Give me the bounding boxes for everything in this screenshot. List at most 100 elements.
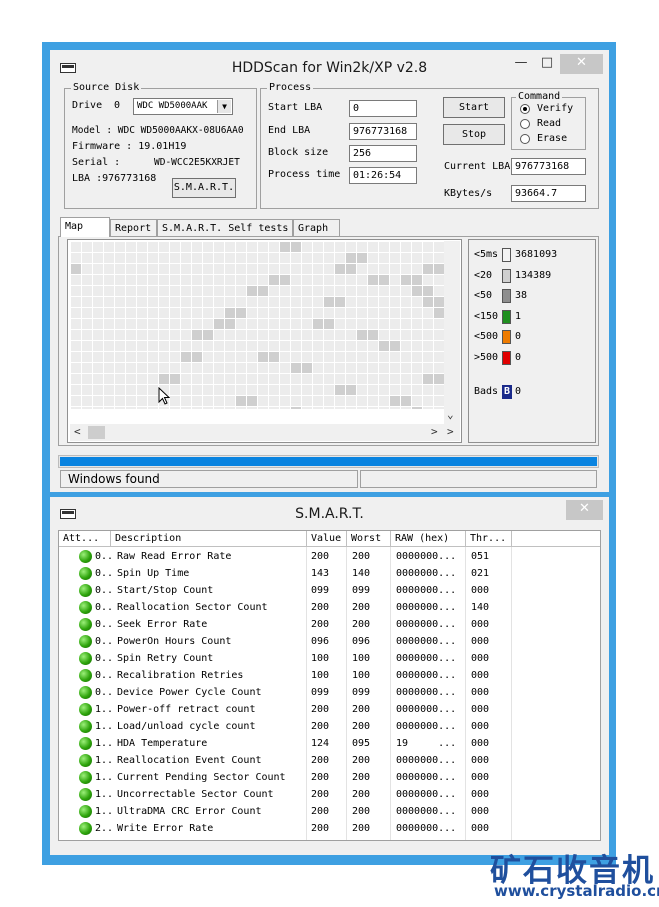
dropdown-arrow-icon[interactable]: ▼	[217, 100, 231, 113]
map-block	[181, 374, 191, 384]
col-header-value[interactable]: Value	[307, 531, 347, 547]
col-header-worst[interactable]: Worst	[347, 531, 391, 547]
cell-raw: 0000000...	[396, 602, 457, 613]
start-button[interactable]: Start	[443, 97, 505, 118]
map-block	[104, 242, 114, 252]
legend-row: <50 38	[474, 289, 527, 303]
map-block	[236, 341, 246, 351]
smart-button[interactable]: S.M.A.R.T.	[172, 178, 236, 198]
tab-graph[interactable]: Graph	[293, 219, 340, 236]
map-block	[170, 374, 180, 384]
map-block	[368, 330, 378, 340]
map-block	[159, 374, 169, 384]
map-block	[258, 308, 268, 318]
map-block	[192, 286, 202, 296]
close-icon[interactable]: ✕	[560, 54, 603, 74]
table-row[interactable]: 1...Power-off retract count2002000000000…	[59, 701, 600, 718]
map-block	[401, 374, 411, 384]
table-row[interactable]: 0... Seek Error Rate 200 200 0000000... 000	[59, 616, 600, 633]
map-block	[170, 297, 180, 307]
map-block	[126, 264, 136, 274]
map-block	[346, 374, 356, 384]
scroll-right-icon[interactable]: >	[431, 425, 438, 438]
map-block	[368, 275, 378, 285]
map-block	[368, 341, 378, 351]
map-block	[170, 308, 180, 318]
map-block	[236, 242, 246, 252]
table-row[interactable]: 1... Current Pending Sector Count 200 200 00…	[59, 769, 600, 786]
drive-select[interactable]: WDC WD5000AAK ▼	[133, 98, 233, 115]
map-block	[115, 385, 125, 395]
table-row[interactable]: 1...Load/unload cycle count2002000000000…	[59, 718, 600, 735]
cell-threshold: 000	[471, 755, 490, 766]
table-row[interactable]: 0... Spin Up Time 143 140 0000000... 021	[59, 565, 600, 582]
cell-attribute: 1...	[95, 772, 111, 783]
col-header-attribute[interactable]: Att...	[59, 531, 111, 547]
maximize-icon[interactable]: □	[534, 54, 560, 74]
table-row[interactable]: 0... Spin Retry Count 100 100 0000000... 000	[59, 650, 600, 667]
map-block	[412, 297, 422, 307]
status-ok-icon	[79, 550, 92, 563]
progress-fill	[60, 457, 597, 466]
map-block	[368, 253, 378, 263]
map-block	[181, 308, 191, 318]
radio-read[interactable]	[520, 119, 530, 129]
map-block	[192, 396, 202, 406]
col-header-description[interactable]: Description	[111, 531, 307, 547]
map-block	[346, 275, 356, 285]
table-row[interactable]: 0... Reallocation Sector Count 200 200 00000…	[59, 599, 600, 616]
table-row[interactable]: 1...UltraDMA CRC Error Count200200000000…	[59, 803, 600, 820]
map-block	[203, 308, 213, 318]
map-horizontal-scrollbar[interactable]: < > >	[70, 424, 460, 441]
map-block	[401, 352, 411, 362]
end-lba-input[interactable]: 976773168	[349, 123, 417, 140]
map-block	[93, 363, 103, 373]
table-row[interactable]: 0... PowerOn Hours Count 096 096 0000000... 0…	[59, 633, 600, 650]
col-header-raw[interactable]: RAW (hex)	[391, 531, 466, 547]
tab-smart-self-tests[interactable]: S.M.A.R.T. Self tests	[157, 219, 293, 236]
map-block	[93, 374, 103, 384]
table-row[interactable]: 1... HDA Temperature 124 095 19 ... 000	[59, 735, 600, 752]
scroll-left-icon[interactable]: <	[74, 425, 81, 438]
table-row[interactable]: 2... Write Error Rate 200 200 0000000... 000	[59, 820, 600, 837]
stop-button[interactable]: Stop	[443, 124, 505, 145]
map-block	[159, 352, 169, 362]
radio-verify[interactable]	[520, 104, 530, 114]
col-header-threshold[interactable]: Thr...	[466, 531, 512, 547]
table-row[interactable]: 1...Reallocation Event Count200200000000…	[59, 752, 600, 769]
block-size-input[interactable]: 256	[349, 145, 417, 162]
table-row[interactable]: 0... Raw Read Error Rate 200 200 0000000... 0…	[59, 548, 600, 565]
model-text: Model : WDC WD5000AAKX-08U6AA0	[72, 125, 244, 136]
tab-map[interactable]: Map	[60, 217, 110, 237]
map-block	[379, 242, 389, 252]
map-block	[379, 330, 389, 340]
map-block	[236, 297, 246, 307]
table-row[interactable]: 0... Start/Stop Count 099 099 0000000... 000	[59, 582, 600, 599]
scroll-down-icon[interactable]: ⌄	[447, 408, 454, 421]
smart-close-icon[interactable]: ✕	[566, 500, 603, 520]
watermark-url: www.crystalradio.cn	[494, 882, 659, 900]
table-row[interactable]: 0... Recalibration Retries 100 100 0000000..…	[59, 667, 600, 684]
map-block	[115, 330, 125, 340]
tab-report[interactable]: Report	[110, 219, 157, 236]
cell-threshold: 000	[471, 585, 490, 596]
map-vertical-scrollbar[interactable]: ⌄	[444, 241, 460, 424]
scroll-thumb[interactable]	[88, 426, 105, 439]
map-block	[434, 264, 444, 274]
table-row[interactable]: 1...Uncorrectable Sector Count2002000000…	[59, 786, 600, 803]
minimize-icon[interactable]: —	[508, 54, 534, 74]
scroll-right-icon-2[interactable]: >	[447, 425, 454, 438]
map-block	[247, 385, 257, 395]
cell-raw: 0000000...	[396, 755, 457, 766]
radio-erase[interactable]	[520, 134, 530, 144]
table-row[interactable]: 0...Device Power Cycle Count099099000000…	[59, 684, 600, 701]
map-block	[346, 352, 356, 362]
cell-threshold: 000	[471, 619, 490, 630]
map-block	[423, 264, 433, 274]
cell-raw: 0000000...	[396, 721, 457, 732]
map-block	[104, 330, 114, 340]
map-block	[324, 275, 334, 285]
start-lba-input[interactable]: 0	[349, 100, 417, 117]
map-block	[346, 363, 356, 373]
legend-count: 0	[515, 331, 522, 342]
